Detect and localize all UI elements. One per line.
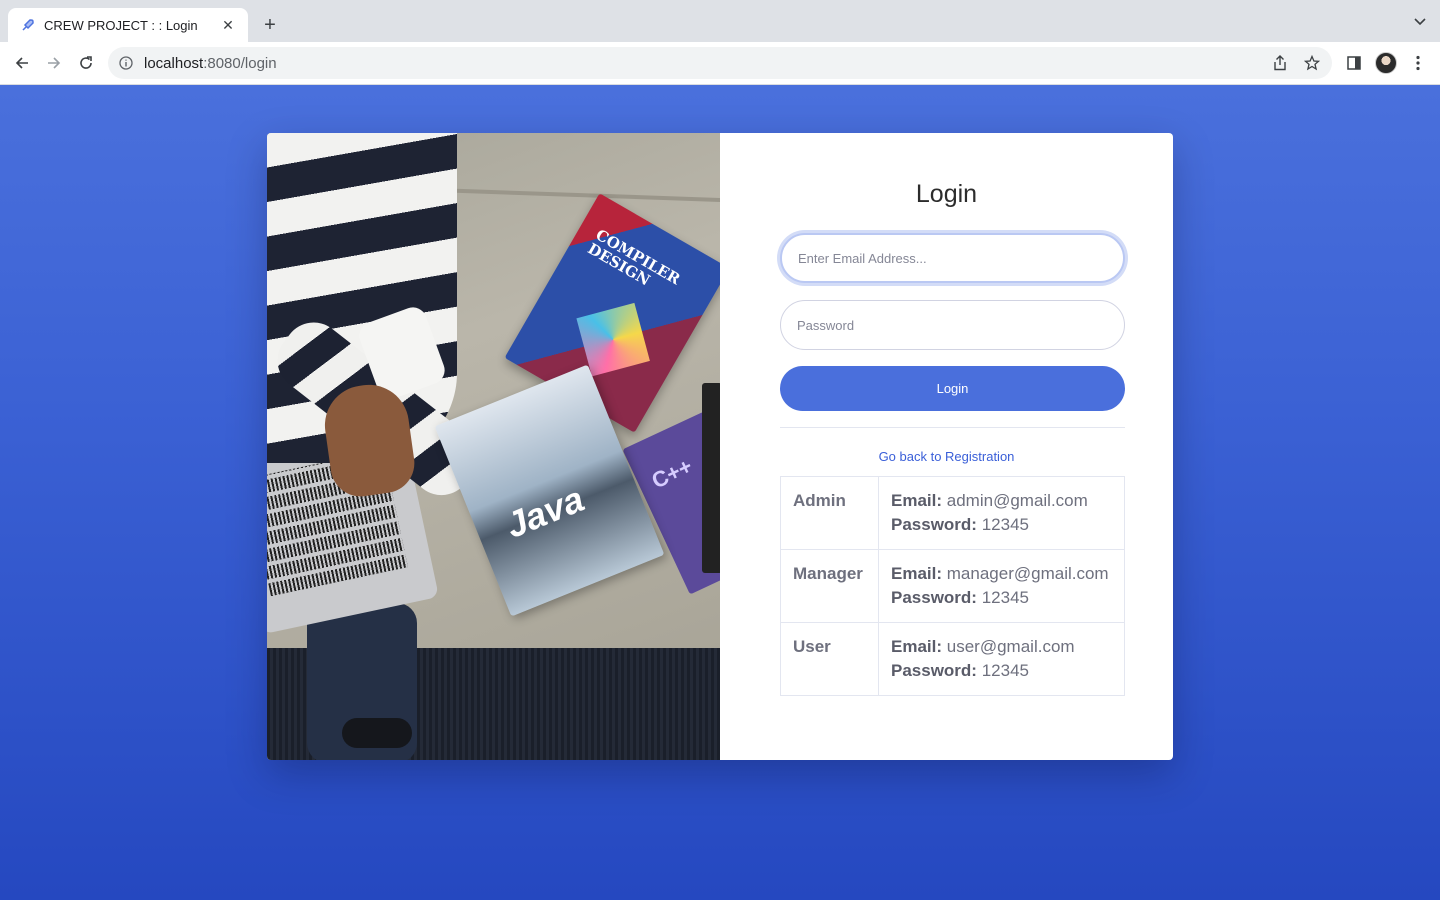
browser-tab[interactable]: CREW PROJECT : : Login ✕ <box>8 8 248 42</box>
password-label: Password: <box>891 661 977 680</box>
email-value: user@gmail.com <box>946 637 1075 656</box>
email-value: admin@gmail.com <box>946 491 1088 510</box>
url-path: :8080/login <box>203 54 277 72</box>
rocket-favicon-icon <box>20 17 36 33</box>
email-label: Email: <box>891 564 943 583</box>
tab-title: CREW PROJECT : : Login <box>44 17 198 33</box>
photo-shoe <box>342 718 412 748</box>
login-panel: Login Login Go back to Registration Admi… <box>720 133 1173 760</box>
registration-link[interactable]: Go back to Registration <box>720 449 1173 464</box>
browser-toolbar: localhost:8080/login <box>0 42 1440 85</box>
password-input[interactable] <box>780 300 1125 350</box>
star-icon[interactable] <box>1300 47 1324 79</box>
table-row: User Email: user@gmail.com Password: 123… <box>780 622 1125 696</box>
credential-cell: Email: admin@gmail.com Password: 12345 <box>878 476 1125 550</box>
email-label: Email: <box>891 637 943 656</box>
info-icon[interactable] <box>118 55 134 71</box>
email-value: manager@gmail.com <box>946 564 1109 583</box>
password-value: 12345 <box>981 515 1029 534</box>
login-title: Login <box>915 180 978 208</box>
password-label: Password: <box>891 515 977 534</box>
email-label: Email: <box>891 491 943 510</box>
divider <box>780 427 1125 428</box>
demo-credentials-table: Admin Email: admin@gmail.com Password: 1… <box>780 476 1125 696</box>
login-card: COMPILER DESIGN C++ Java Login Login Go … <box>267 133 1173 760</box>
password-label: Password: <box>891 588 977 607</box>
tab-close-icon[interactable]: ✕ <box>218 15 238 35</box>
dark-book <box>702 383 720 573</box>
table-row: Admin Email: admin@gmail.com Password: 1… <box>780 476 1125 550</box>
role-cell: Admin <box>780 476 879 550</box>
reload-icon[interactable] <box>74 51 98 75</box>
side-panel-icon[interactable] <box>1342 51 1366 75</box>
url-host: localhost <box>144 54 204 72</box>
profile-avatar[interactable] <box>1374 51 1398 75</box>
role-cell: Manager <box>780 549 879 623</box>
tab-search-chevron-icon[interactable] <box>1412 14 1428 30</box>
java-book-title: Java <box>499 477 590 546</box>
url-text: localhost:8080/login <box>144 55 277 72</box>
login-button[interactable]: Login <box>780 366 1125 411</box>
address-bar[interactable]: localhost:8080/login <box>108 47 1332 79</box>
credential-cell: Email: manager@gmail.com Password: 12345 <box>878 549 1125 623</box>
page-background: COMPILER DESIGN C++ Java Login Login Go … <box>0 85 1440 900</box>
role-cell: User <box>780 622 879 696</box>
table-row: Manager Email: manager@gmail.com Passwor… <box>780 549 1125 623</box>
new-tab-icon[interactable]: + <box>258 13 282 37</box>
share-icon[interactable] <box>1268 47 1292 79</box>
browser-tabstrip: CREW PROJECT : : Login ✕ + <box>0 0 1440 42</box>
cpp-book-title: C++ <box>647 453 697 494</box>
credential-cell: Email: user@gmail.com Password: 12345 <box>878 622 1125 696</box>
back-arrow-icon[interactable] <box>10 51 34 75</box>
forward-arrow-icon[interactable] <box>42 51 66 75</box>
password-value: 12345 <box>981 661 1029 680</box>
password-value: 12345 <box>981 588 1029 607</box>
email-input[interactable] <box>780 233 1125 283</box>
hero-photo: COMPILER DESIGN C++ Java <box>267 133 720 760</box>
kebab-menu-icon[interactable] <box>1406 51 1430 75</box>
